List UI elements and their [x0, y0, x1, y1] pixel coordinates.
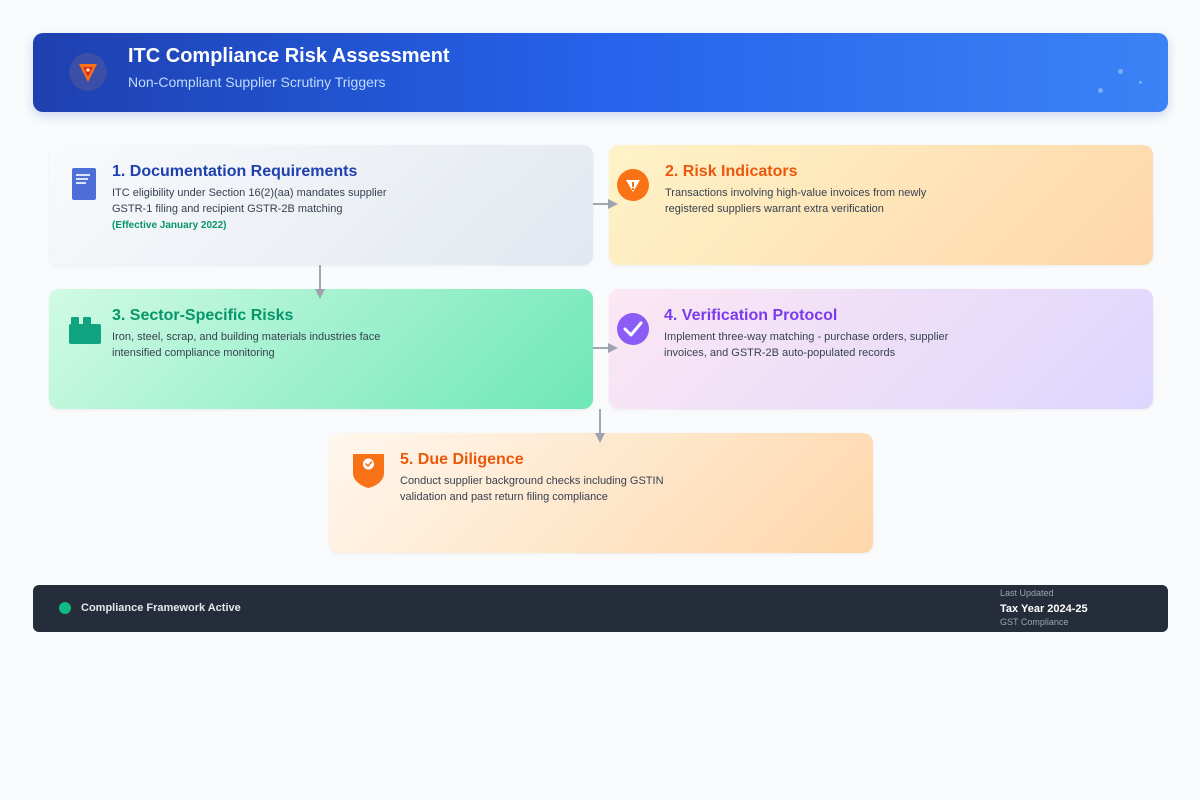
tax-year: Tax Year 2024-25 [1000, 603, 1088, 615]
status-text: Compliance Framework Active [81, 602, 241, 614]
last-updated-label: Last Updated [1000, 588, 1054, 598]
status-footer: Compliance Framework Active Last Updated… [33, 585, 1168, 632]
flow-connectors [315, 199, 618, 443]
compliance-category: GST Compliance [1000, 617, 1069, 627]
status-indicator-icon [59, 602, 71, 614]
